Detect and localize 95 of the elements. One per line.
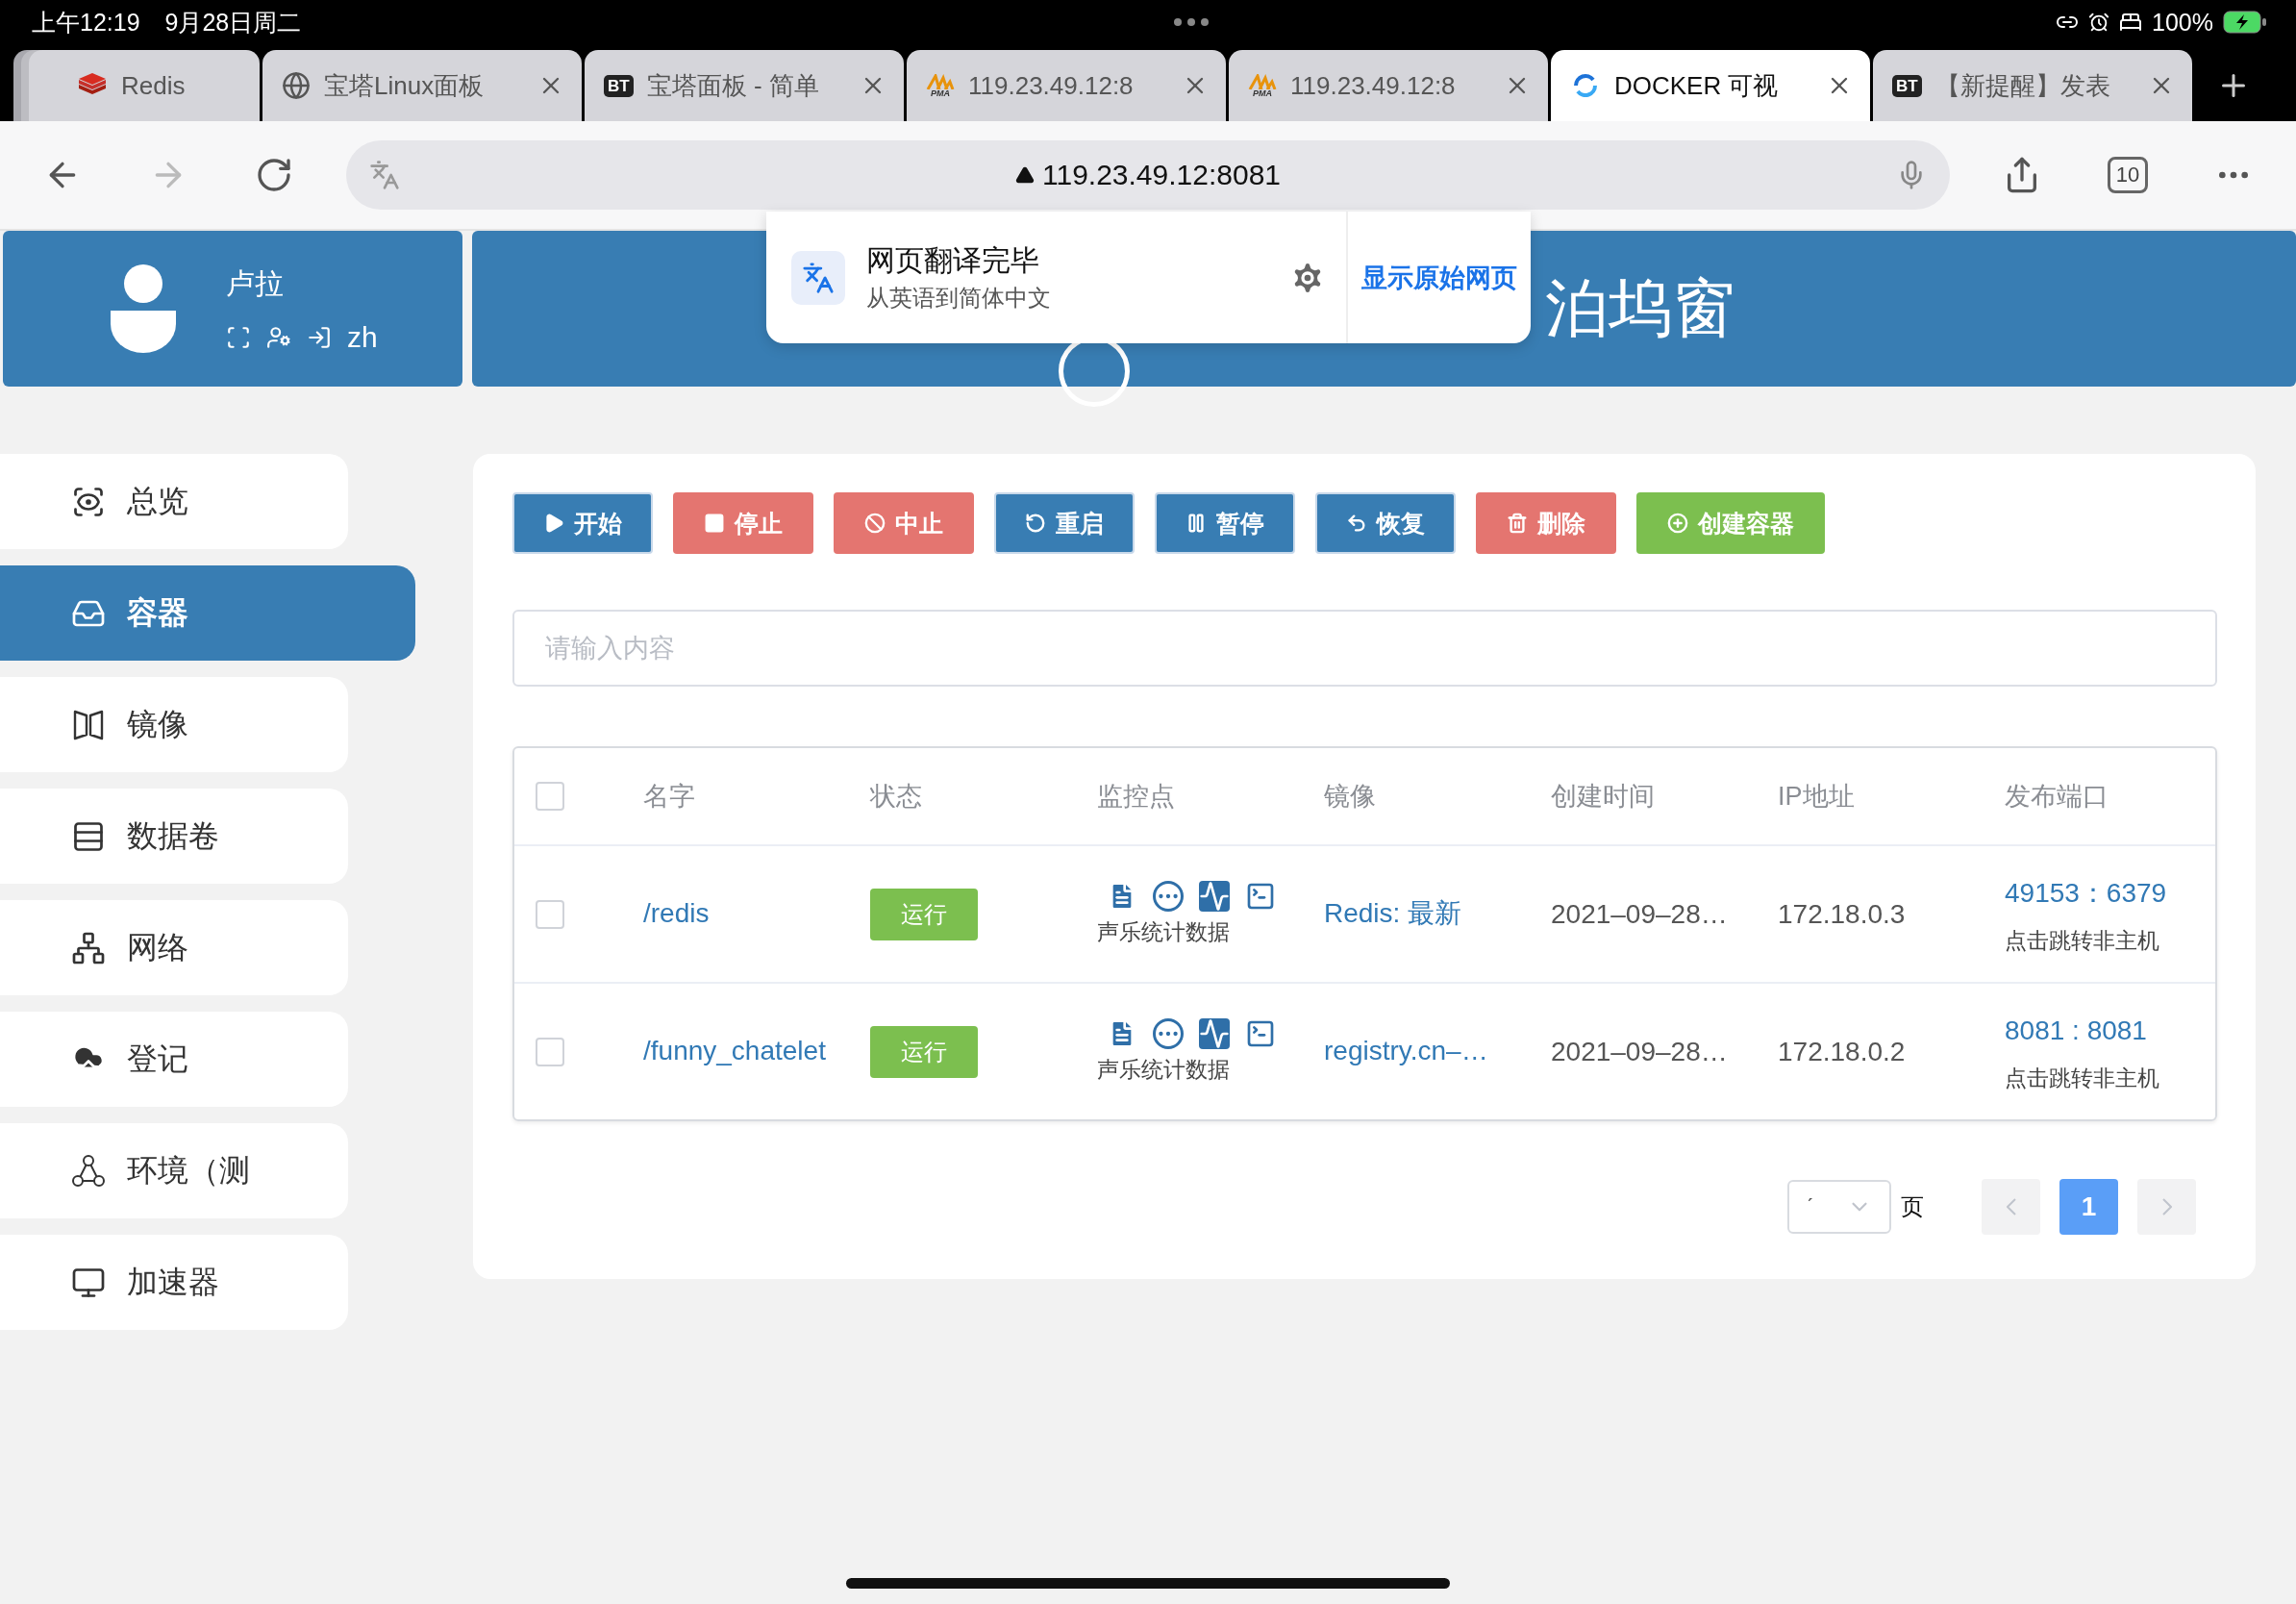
sidebar-item[interactable]: 加速器 [0,1235,348,1330]
column-header: 状态 [870,781,923,813]
header-title: 泊坞窗 [1545,271,1735,345]
browser-tab[interactable]: PMA 119.23.49.12:8 [1229,50,1548,121]
language-link[interactable]: zh [347,320,378,354]
logout-icon[interactable] [307,324,332,350]
container-name-link[interactable]: /funny_chatelet [643,1030,870,1073]
sidebar-item[interactable]: 镜像 [0,677,348,772]
toolbar-button[interactable]: 开始 [512,492,653,554]
status-time: 上午12:19 [32,7,140,38]
checkbox[interactable] [536,1037,564,1066]
sidebar-item[interactable]: 环境（测 [0,1123,348,1218]
toolbar-button[interactable]: 重启 [994,492,1135,554]
url-text: 119.23.49.12:8081 [1042,159,1281,191]
trash-icon [1507,513,1528,534]
translate-icon [791,250,845,305]
undo-icon [1346,513,1367,534]
page-unit: 页 [1901,1192,1924,1221]
checkbox[interactable] [536,782,564,811]
reload-icon[interactable] [255,156,293,194]
pulse-icon[interactable] [1199,1018,1230,1049]
battery-icon [2223,11,2267,34]
port-link[interactable]: 8081 : 8081 [2005,1009,2215,1053]
terminal-icon[interactable] [1245,881,1276,912]
nodes-icon [71,1153,106,1189]
port-hint: 点击跳转非主机 [2005,1065,2160,1093]
popup-subtitle: 从英语到简体中文 [866,284,1052,313]
browser-tab[interactable]: DOCKER 可视 [1551,50,1870,121]
tab-logo-icon: BT [1892,74,1922,97]
port-hint: 点击跳转非主机 [2005,927,2160,956]
play-icon [543,513,564,534]
pulse-icon[interactable] [1199,881,1230,912]
toolbar-button[interactable]: 删除 [1476,492,1616,554]
more-circle-icon[interactable] [1153,881,1184,912]
column-header: 名字 [643,781,696,813]
sidebar-item[interactable]: 数据卷 [0,789,348,884]
multitask-dots-icon[interactable] [1173,18,1209,26]
sidebar-item[interactable]: 网络 [0,900,348,995]
tab-logo-icon: BT [604,74,634,97]
status-badge: 运行 [870,1025,978,1078]
terminal-icon[interactable] [1245,1018,1276,1049]
toolbar-button[interactable]: 停止 [673,492,813,554]
checkbox[interactable] [536,899,564,929]
ban-icon [864,513,886,534]
status-badge: 运行 [870,888,978,940]
image-link[interactable]: registry.cn–… [1324,1030,1551,1073]
battery-percent: 100% [2152,8,2213,37]
column-header: 发布端口 [2005,781,2109,813]
toolbar-button[interactable]: 中止 [834,492,974,554]
chevron-right-icon [2161,1198,2172,1216]
column-header: 镜像 [1324,781,1377,813]
port-link[interactable]: 49153：6379 [2005,871,2215,915]
restart-icon [1025,513,1046,534]
container-name-link[interactable]: /redis [643,892,870,936]
sidebar-item[interactable]: 总览 [0,454,348,549]
stats-link[interactable]: 声乐统计数据 [1097,1055,1324,1085]
bed-icon [2119,11,2143,34]
page-button[interactable]: 1 [2059,1179,2118,1235]
search-field[interactable]: 请输入内容 [512,610,2217,687]
sidebar-item[interactable]: 容器 [0,565,415,661]
toolbar-button[interactable]: 恢复 [1315,492,1456,554]
tab-count[interactable]: 10 [2107,157,2149,193]
browser-tab[interactable]: PMA 119.23.49.12:8 [907,50,1226,121]
avatar-icon [109,264,178,353]
table-cell-text: 2021–09–28… [1551,898,1729,930]
column-header: 创建时间 [1551,781,1656,813]
browser-tab[interactable]: BT 宝塔面板 - 简单 [585,50,904,121]
column-header: IP地址 [1778,781,1856,813]
toolbar-button[interactable]: 暂停 [1155,492,1295,554]
warning-icon [1015,165,1035,185]
popup-title: 网页翻译完毕 [866,243,1040,278]
plus-circle-icon [1667,513,1688,534]
user-name: 卢拉 [226,265,285,301]
sidebar-item[interactable]: 登记 [0,1012,348,1107]
browser-tab[interactable]: 宝塔Linux面板 [262,50,582,121]
table-cell-text: 172.18.0.3 [1778,898,1907,930]
globe-icon [282,71,311,100]
network-icon [71,930,106,965]
more-circle-icon[interactable] [1153,1018,1184,1049]
fullscreen-icon[interactable] [226,324,251,350]
address-field[interactable]: 119.23.49.12:8081 [346,140,1950,210]
stats-link[interactable]: 声乐统计数据 [1097,917,1324,947]
browser-tab[interactable]: BT 【新提醒】发表 [1873,50,2192,121]
table-cell-text: 172.18.0.2 [1778,1036,1907,1067]
pause-icon [1185,513,1207,534]
page-size-select[interactable]: ˊ [1787,1180,1891,1234]
table-cell-text: 2021–09–28… [1551,1036,1729,1067]
column-header: 监控点 [1097,781,1176,813]
show-original-link[interactable]: 显示原始网页 [1348,260,1531,295]
status-date: 9月28日周二 [164,7,302,38]
stop-icon [704,513,725,534]
chevron-left-icon [2006,1198,2016,1216]
alarm-icon [2088,12,2110,33]
image-link[interactable]: Redis: 最新 [1324,892,1551,936]
user-settings-icon[interactable] [266,324,291,350]
